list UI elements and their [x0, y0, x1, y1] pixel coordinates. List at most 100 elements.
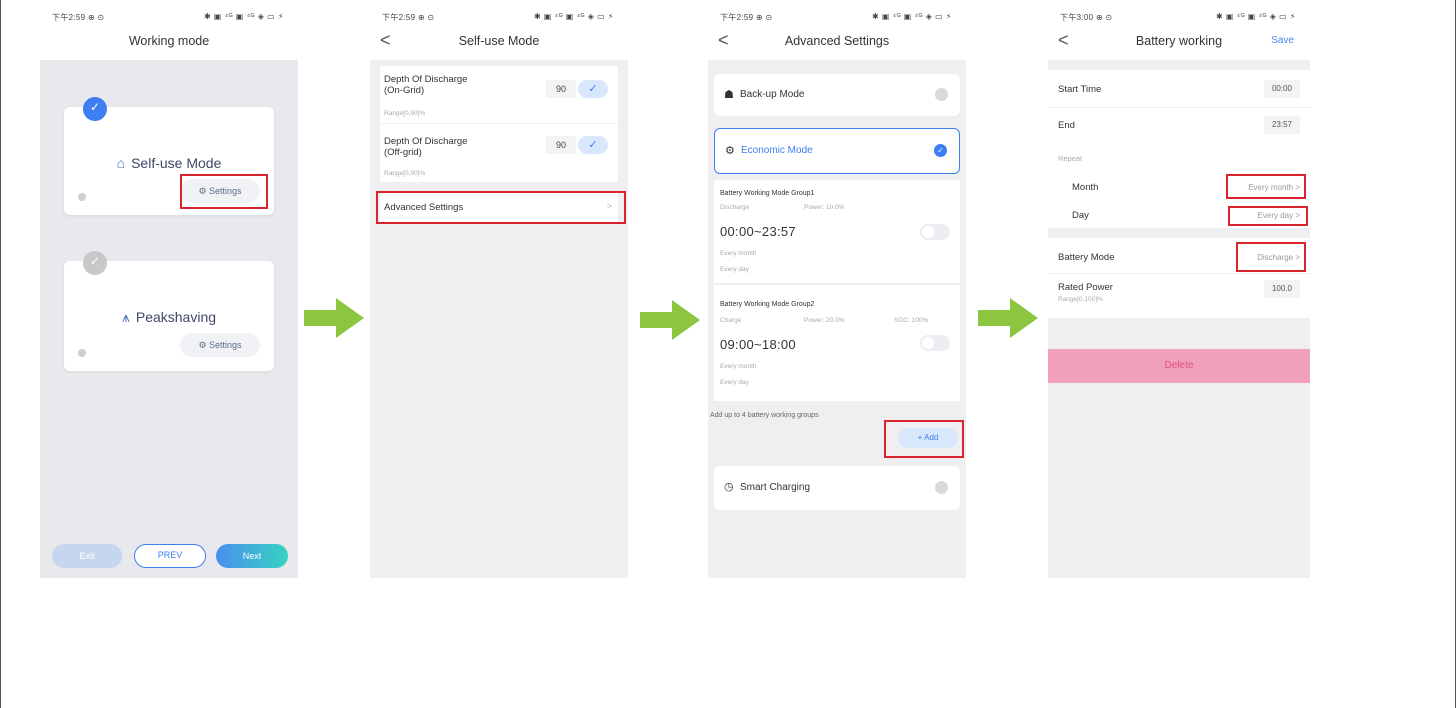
dod-off-grid-range: Range[0,90]%	[384, 170, 426, 177]
battery-group-2[interactable]: Battery Working Mode Group2 Charge Power…	[714, 285, 960, 401]
right-arrow-icon	[640, 300, 700, 340]
start-time-row[interactable]: Start Time 00:00	[1048, 70, 1310, 108]
nav-bar: < Self-use Mode	[370, 28, 628, 58]
dod-off-grid-row: Depth Of Discharge (Off-grid) Range[0,90]…	[380, 124, 618, 182]
clock-icon: ◷	[724, 481, 734, 493]
mode-label: Peakshaving	[135, 309, 217, 325]
smart-charging-label: Smart Charging	[740, 482, 811, 493]
prev-button[interactable]: PREV	[134, 544, 206, 568]
backup-mode-icon: ☗	[724, 89, 734, 101]
screen-self-use-mode: 下午2:59 ⊕ ⊙ ✱ ▣ ⁴ᴳ ▣ ⁴ᴳ ◈ ▭ ⚡ < Self-use …	[370, 0, 628, 578]
status-bar: 下午2:59 ⊕ ⊙ ✱ ▣ ⁴ᴳ ▣ ⁴ᴳ ◈ ▭ ⚡	[40, 0, 298, 28]
page-title: Self-use Mode	[458, 34, 540, 48]
house-icon: ⌂	[116, 155, 126, 171]
status-icons: ✱ ▣ ⁴ᴳ ▣ ⁴ᴳ ◈ ▭ ⚡	[1215, 12, 1296, 21]
dod-off-grid-input[interactable]: 90	[546, 136, 576, 154]
screen-working-mode: 下午2:59 ⊕ ⊙ ✱ ▣ ⁴ᴳ ▣ ⁴ᴳ ◈ ▭ ⚡ Working mod…	[40, 0, 298, 578]
highlight-box	[1228, 206, 1308, 226]
highlight-box	[884, 420, 964, 458]
radio-unselected-icon[interactable]	[935, 88, 948, 101]
group-time: 00:00~23:57	[720, 224, 796, 239]
economic-mode-icon: ⚙	[725, 145, 735, 157]
dod-label-line2: (On-Grid)	[384, 85, 425, 96]
group-month: Every month	[720, 250, 757, 257]
screen-battery-working: 下午3:00 ⊕ ⊙ ✱ ▣ ⁴ᴳ ▣ ⁴ᴳ ◈ ▭ ⚡ < Battery w…	[1048, 0, 1310, 578]
battery-mode-label: Battery Mode	[1058, 252, 1115, 263]
economic-mode-card[interactable]: ⚙ Economic Mode ✓	[714, 128, 960, 174]
status-bar: 下午2:59 ⊕ ⊙ ✱ ▣ ⁴ᴳ ▣ ⁴ᴳ ◈ ▭ ⚡	[708, 0, 966, 28]
end-time-value[interactable]: 23:57	[1264, 116, 1300, 134]
dod-label-line2: (Off-grid)	[384, 147, 422, 158]
group-month: Every month	[720, 363, 757, 370]
dod-label-line1: Depth Of Discharge	[384, 74, 468, 85]
check-icon	[83, 251, 107, 275]
highlight-box	[1226, 174, 1306, 199]
group-toggle[interactable]	[920, 335, 950, 351]
dod-on-grid-input[interactable]: 90	[546, 80, 576, 98]
check-icon[interactable]: ✓	[934, 144, 947, 157]
backup-mode-card[interactable]: ☗ Back-up Mode	[714, 74, 960, 116]
add-note: Add up to 4 battery working groups	[710, 412, 819, 419]
rated-power-value[interactable]: 100.0	[1264, 280, 1300, 298]
status-bar: 下午2:59 ⊕ ⊙ ✱ ▣ ⁴ᴳ ▣ ⁴ᴳ ◈ ▭ ⚡	[370, 0, 628, 28]
day-label: Day	[1072, 210, 1089, 221]
info-icon[interactable]	[78, 193, 86, 201]
highlight-box	[180, 174, 268, 209]
smart-charging-card[interactable]: ◷ Smart Charging	[714, 466, 960, 510]
rated-power-label: Rated Power	[1058, 282, 1113, 293]
dod-off-grid-label: Depth Of Discharge (Off-grid)	[384, 136, 467, 158]
save-button[interactable]: Save	[1271, 35, 1294, 46]
group-mode: Charge	[720, 317, 742, 324]
start-time-label: Start Time	[1058, 84, 1102, 95]
dod-on-grid-range: Range[0,90]%	[384, 110, 426, 117]
mode-card-peakshaving[interactable]: ⩚ Peakshaving ⚙ Settings	[64, 251, 274, 371]
status-time: 下午3:00 ⊕ ⊙	[1060, 13, 1113, 22]
exit-button[interactable]: Exit	[52, 544, 122, 568]
rated-power-row[interactable]: Rated Power Range[0,100]% 100.0	[1048, 274, 1310, 318]
dod-on-grid-row: Depth Of Discharge (On-Grid) Range[0,90]%…	[380, 66, 618, 124]
group-mode: Discharge	[720, 204, 750, 211]
group-power: Power: 10.0%	[804, 204, 845, 211]
settings-button-peakshaving[interactable]: ⚙ Settings	[180, 333, 260, 357]
check-icon[interactable]: ✓	[578, 80, 608, 98]
delete-button[interactable]: Delete	[1048, 349, 1310, 383]
radio-unselected-icon[interactable]	[935, 481, 948, 494]
backup-mode-label: Back-up Mode	[740, 89, 805, 100]
gear-icon: ⚙	[198, 340, 210, 350]
highlight-box	[376, 191, 626, 224]
battery-group-1[interactable]: Battery Working Mode Group1 Discharge Po…	[714, 180, 960, 284]
status-icons: ✱ ▣ ⁴ᴳ ▣ ⁴ᴳ ◈ ▭ ⚡	[533, 12, 614, 21]
highlight-box	[1236, 242, 1306, 272]
status-time: 下午2:59 ⊕ ⊙	[52, 13, 105, 22]
right-arrow-icon	[978, 298, 1038, 338]
status-time: 下午2:59 ⊕ ⊙	[382, 13, 435, 22]
nav-bar: Working mode	[40, 28, 298, 58]
group-title: Battery Working Mode Group1	[720, 190, 815, 197]
group-soc: SOC: 100%	[894, 317, 929, 324]
status-time: 下午2:59 ⊕ ⊙	[720, 13, 773, 22]
group-day: Every day	[720, 266, 749, 273]
repeat-label: Repeat	[1058, 154, 1083, 163]
mode-name-peakshaving: ⩚ Peakshaving	[64, 309, 274, 326]
end-time-row[interactable]: End 23:57	[1048, 108, 1310, 144]
mode-name-self-use: ⌂ Self-use Mode	[64, 155, 274, 171]
group-power: Power: 20.0%	[804, 317, 845, 324]
info-icon[interactable]	[78, 349, 86, 357]
dod-label-line1: Depth Of Discharge	[384, 136, 468, 147]
rated-power-range: Range[0,100]%	[1058, 296, 1103, 303]
nav-bar: < Battery working Save	[1048, 28, 1310, 58]
start-time-value[interactable]: 00:00	[1264, 80, 1300, 98]
month-label: Month	[1072, 182, 1099, 193]
economic-mode-label: Economic Mode	[741, 145, 813, 156]
group-toggle[interactable]	[920, 224, 950, 240]
mode-label: Self-use Mode	[131, 155, 222, 171]
next-button[interactable]: Next	[216, 544, 288, 568]
settings-label: Settings	[209, 340, 242, 350]
check-icon[interactable]: ✓	[578, 136, 608, 154]
end-time-label: End	[1058, 120, 1075, 131]
group-title: Battery Working Mode Group2	[720, 301, 815, 308]
page-title: Advanced Settings	[784, 34, 890, 48]
status-bar: 下午3:00 ⊕ ⊙ ✱ ▣ ⁴ᴳ ▣ ⁴ᴳ ◈ ▭ ⚡	[1048, 0, 1310, 28]
group-time: 09:00~18:00	[720, 337, 796, 352]
check-icon	[83, 97, 107, 121]
